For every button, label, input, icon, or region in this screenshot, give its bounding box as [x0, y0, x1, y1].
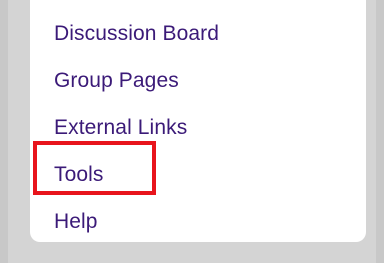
menu-item-help: Help	[54, 208, 219, 255]
external-links-link[interactable]: External Links	[54, 116, 187, 139]
navigation-menu: Discussion Board Group Pages External Li…	[54, 20, 219, 255]
group-pages-link[interactable]: Group Pages	[54, 69, 179, 92]
help-link[interactable]: Help	[54, 210, 98, 233]
menu-item-external-links: External Links	[54, 114, 219, 161]
screenshot-frame: Discussion Board Group Pages External Li…	[0, 0, 384, 263]
menu-item-group-pages: Group Pages	[54, 67, 219, 114]
menu-item-discussion-board: Discussion Board	[54, 20, 219, 67]
tools-link[interactable]: Tools	[54, 163, 104, 186]
discussion-board-link[interactable]: Discussion Board	[54, 22, 219, 45]
navigation-panel: Discussion Board Group Pages External Li…	[30, 0, 366, 242]
menu-item-tools: Tools	[54, 161, 219, 208]
